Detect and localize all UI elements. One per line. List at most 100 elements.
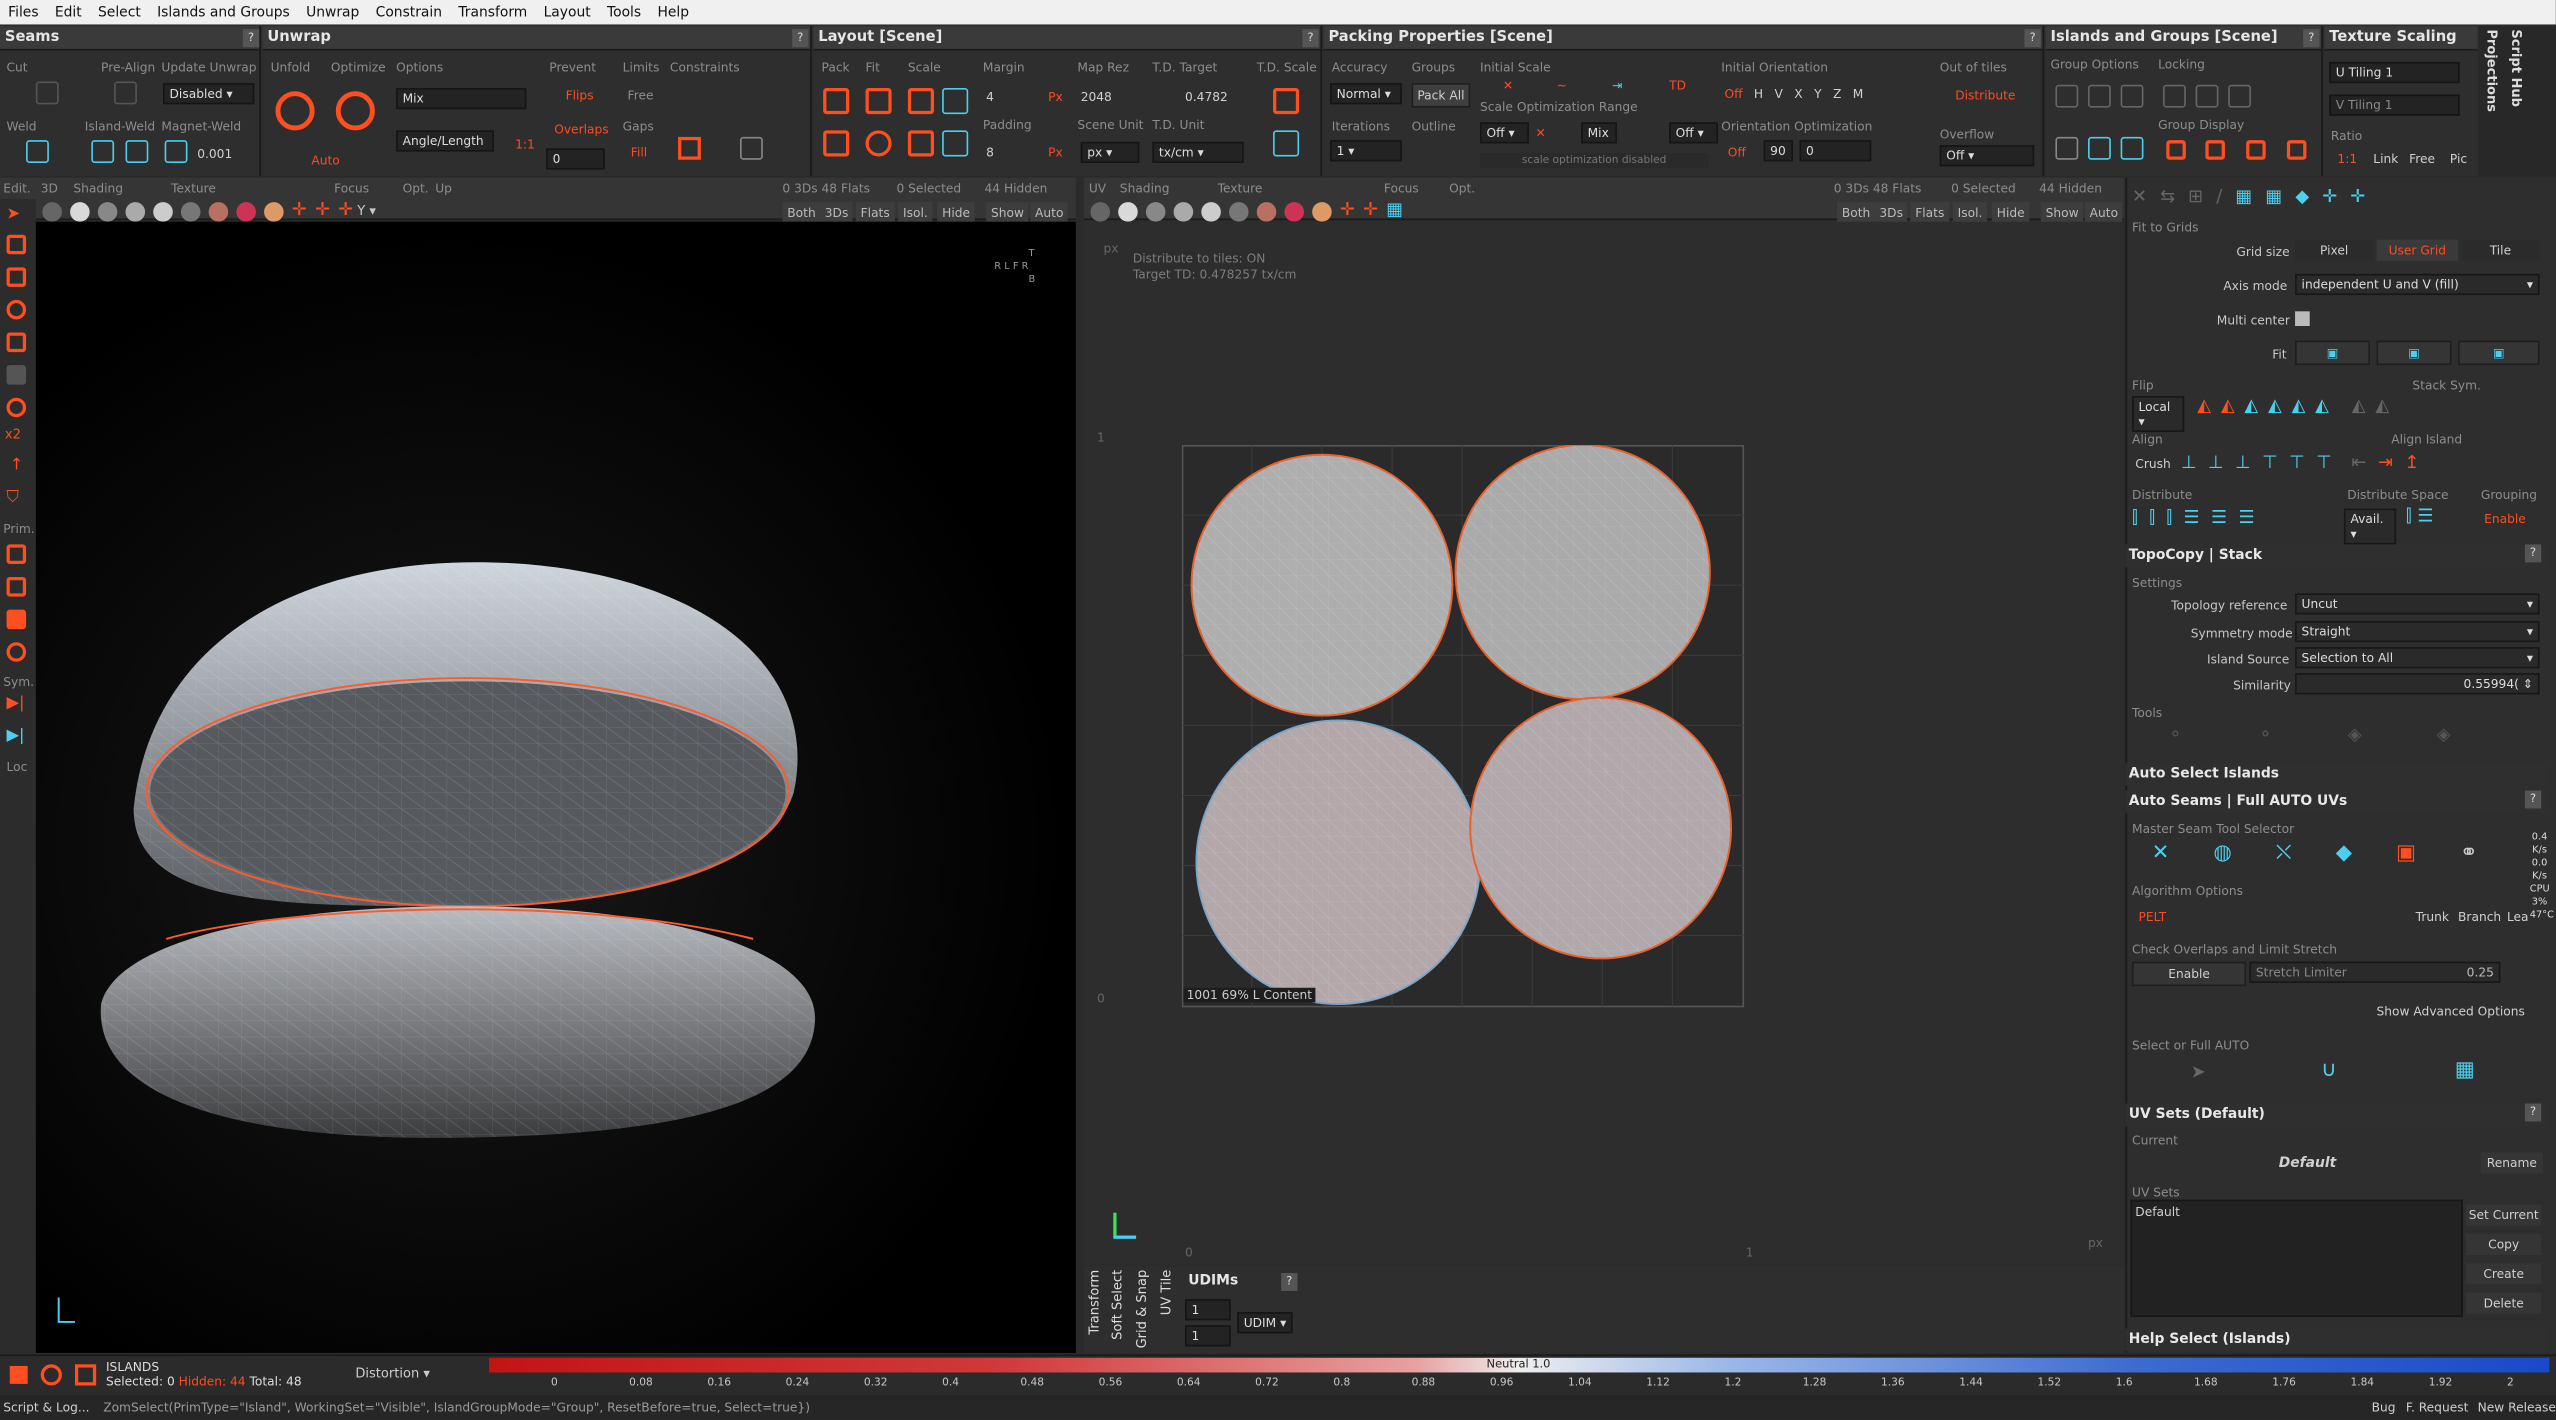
menu-item-islands-and-groups[interactable]: Islands and Groups <box>149 4 298 20</box>
grid-snap-tab[interactable]: Grid & Snap <box>1134 1270 1149 1349</box>
link-toggle[interactable]: Link <box>2373 152 2398 167</box>
pic-toggle[interactable]: Pic <box>2450 152 2467 167</box>
align-island-2-icon[interactable]: ⇥ <box>2378 452 2393 473</box>
grid-pixel-option[interactable]: Pixel <box>2295 239 2374 261</box>
prevent-value-field[interactable]: 0 <box>546 148 605 170</box>
view3d-canvas[interactable]: T R L F R B <box>35 221 1076 1353</box>
initial-scale-wave-icon[interactable]: ∼ <box>1557 78 1567 93</box>
udim-v-field[interactable]: 1 <box>1185 1325 1231 1347</box>
uv-flat-icon[interactable] <box>1118 201 1138 221</box>
trunk-toggle[interactable]: Trunk <box>2416 910 2449 925</box>
angle-length-field[interactable]: Angle/Length <box>396 130 494 152</box>
filter-auto[interactable]: Auto <box>1030 202 1069 224</box>
help-icon[interactable]: ? <box>2524 1103 2542 1122</box>
uv-filter-auto[interactable]: Auto <box>2084 202 2123 224</box>
grid-shade-icon[interactable] <box>125 201 146 221</box>
new-release-link[interactable]: New Release <box>2478 1400 2556 1415</box>
menu-item-tools[interactable]: Tools <box>599 4 649 20</box>
magnet-weld-value[interactable]: 0.001 <box>197 147 232 162</box>
align-right-icon[interactable]: ⊥ <box>2235 452 2251 473</box>
pack-icon[interactable] <box>823 88 850 115</box>
orient-value-field[interactable]: 0 <box>1799 140 1872 162</box>
ratio-toggle[interactable]: 1:1 <box>515 137 535 152</box>
udim-u-field[interactable]: 1 <box>1185 1299 1231 1321</box>
uv-filter-both[interactable]: Both <box>1837 202 1876 224</box>
prim-globe-icon[interactable] <box>6 642 27 662</box>
transform-icon-1[interactable]: ✕ <box>2132 186 2147 207</box>
up-axis-value[interactable]: Y <box>357 204 365 219</box>
menu-item-layout[interactable]: Layout <box>535 4 598 20</box>
topo-tool-2-icon[interactable]: ⚬ <box>2258 724 2273 745</box>
pack-group-icon[interactable] <box>823 130 850 157</box>
flip-vv-icon[interactable]: ◭ <box>2268 394 2282 415</box>
align-left-icon[interactable]: ⊥ <box>2181 452 2197 473</box>
menu-item-files[interactable]: Files <box>0 4 47 20</box>
optimize-icon[interactable] <box>335 91 375 131</box>
shield-icon[interactable]: ⛉ <box>7 489 19 507</box>
pre-align-icon[interactable] <box>114 81 137 105</box>
uv-filter-hide[interactable]: Hide <box>1991 202 2030 224</box>
dist-3-icon[interactable]: ⫿ <box>2166 507 2172 528</box>
transform-icon-4[interactable]: ∕ <box>2216 186 2222 207</box>
orient-off-toggle[interactable]: Off <box>1725 86 1743 101</box>
scale-icon[interactable] <box>907 88 934 115</box>
grid-icon-4[interactable]: ✛ <box>2322 186 2337 207</box>
topo-tool-4-icon[interactable]: ◈ <box>2437 724 2451 745</box>
edge-select-icon[interactable] <box>6 234 27 255</box>
fit-icon[interactable] <box>865 88 892 115</box>
update-unwrap-dropdown[interactable]: Disabled ▾ <box>163 83 255 105</box>
filter-3ds[interactable]: 3Ds <box>819 202 854 224</box>
map-rez-value[interactable]: 2048 <box>1081 90 1112 105</box>
flip-v-icon[interactable]: ◭ <box>2221 394 2235 415</box>
uv-filter-show[interactable]: Show <box>2040 202 2084 224</box>
menu-item-unwrap[interactable]: Unwrap <box>298 4 368 20</box>
transform-tab[interactable]: Transform <box>1087 1270 1102 1335</box>
auto-label[interactable]: Auto <box>311 153 339 168</box>
align-bottom-icon[interactable]: ⊤ <box>2316 452 2332 473</box>
help-icon[interactable]: ? <box>2524 544 2542 563</box>
focus-icon[interactable]: ✛ <box>292 199 307 220</box>
island-select-icon[interactable] <box>6 299 27 320</box>
options-dropdown[interactable]: Mix <box>396 88 527 110</box>
magnet-weld-icon[interactable] <box>164 140 188 163</box>
axis-mode-dropdown[interactable]: independent U and V (fill) ▾ <box>2295 273 2540 296</box>
bug-link[interactable]: Bug <box>2372 1400 2396 1415</box>
pin-icon[interactable]: ↑ <box>10 456 24 474</box>
sym-active-icon[interactable]: ▶| <box>7 727 25 745</box>
align-center-icon[interactable]: ⊥ <box>2208 452 2224 473</box>
overlaps-toggle[interactable]: Overlaps <box>554 122 608 137</box>
orient-axes[interactable]: HVXYZM <box>1754 86 1875 101</box>
topo-tool-3-icon[interactable]: ◈ <box>2348 724 2362 745</box>
constraint-pin-icon[interactable] <box>678 136 701 160</box>
scale-range-dropdown[interactable]: Off ▾ <box>1480 122 1529 144</box>
cut-icon[interactable] <box>35 81 59 105</box>
help-icon[interactable]: ? <box>1302 29 1319 48</box>
shading-buttons[interactable]: ✛ ✛ ✛ Y ▾ <box>42 199 376 221</box>
orient-opt-off-toggle[interactable]: Off <box>1728 145 1746 160</box>
v-tiling-field[interactable]: V Tiling 1 <box>2329 94 2460 116</box>
display-icon-1[interactable] <box>2055 136 2079 160</box>
multi-center-checkbox[interactable] <box>2295 311 2310 326</box>
dist-6-icon[interactable]: ☰ <box>2239 507 2255 528</box>
grid-icon-5[interactable]: ✛ <box>2350 186 2365 207</box>
uv-tex1-icon[interactable] <box>1256 201 1277 221</box>
script-hub-tab[interactable]: Script Hub <box>2509 29 2524 107</box>
lock-icon[interactable] <box>2163 84 2186 108</box>
filter-flats[interactable]: Flats <box>855 202 895 224</box>
uv-wire-icon[interactable] <box>1145 201 1166 221</box>
distribute-space-dropdown[interactable]: Avail. ▾ <box>2343 508 2397 545</box>
display-color-icon-4[interactable] <box>2286 140 2307 160</box>
set-current-button[interactable]: Set Current <box>2466 1204 2542 1226</box>
settings-icon[interactable] <box>74 1364 97 1386</box>
menu-item-constrain[interactable]: Constrain <box>367 4 450 20</box>
transform-icon-3[interactable]: ⊞ <box>2188 186 2203 207</box>
stack-sym-h-icon[interactable]: ◭ <box>2352 394 2366 415</box>
seam-figure-icon[interactable]: ⛌ <box>2276 841 2292 865</box>
menu-item-select[interactable]: Select <box>90 4 149 20</box>
seam-link-icon[interactable]: ⚭ <box>2460 841 2478 865</box>
fill-toggle[interactable]: Fill <box>631 145 647 160</box>
lock-alt-icon[interactable] <box>2195 84 2219 108</box>
flips-toggle[interactable]: Flips <box>566 88 594 103</box>
texture-2-icon[interactable] <box>236 201 256 221</box>
display-color-icon-2[interactable] <box>2205 140 2225 160</box>
